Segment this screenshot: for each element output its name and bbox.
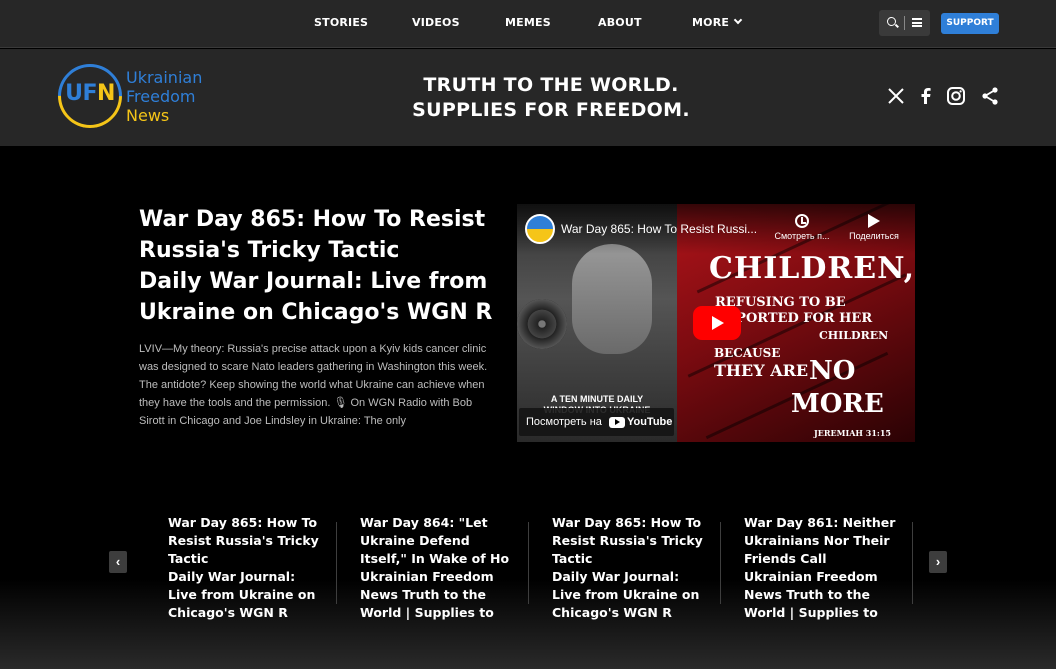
x-icon[interactable] (886, 86, 906, 106)
carousel-card[interactable]: War Day 861: Neither Ukrainians Nor Thei… (744, 514, 904, 624)
hamburger-menu-icon[interactable] (912, 18, 922, 27)
poster-text-line: NO (809, 356, 856, 386)
nav-more[interactable]: MORE (692, 15, 743, 29)
card-title-line: Ukrainian Freedom (360, 569, 494, 584)
carousel-card[interactable]: War Day 865: How To Resist Russia's Tric… (552, 514, 712, 624)
instagram-icon[interactable] (946, 86, 966, 106)
card-divider (912, 522, 913, 604)
logo-initial-f: F (82, 81, 97, 106)
carousel-card[interactable]: War Day 864: "Let Ukraine Defend Itself,… (360, 514, 520, 624)
tagline-line-1: TRUTH TO THE WORLD. (423, 74, 679, 96)
hero-excerpt: LVIV—My theory: Russia's precise attack … (139, 343, 488, 427)
card-title-line: War Day 864: "Let (360, 515, 488, 530)
poster-text-line: JEREMIAH 31:15 (814, 428, 891, 438)
logo-line-news: News (126, 106, 170, 125)
card-title-line: Tactic (168, 551, 209, 566)
tagline-line-2: SUPPLIES FOR FREEDOM. (412, 99, 690, 121)
video-share-button[interactable]: Поделиться (839, 214, 909, 241)
card-title-line: News Truth to the (360, 587, 486, 602)
youtube-logo: YouTube (608, 408, 673, 436)
nav-videos[interactable]: VIDEOS (412, 16, 460, 29)
share-arrow-icon (868, 214, 880, 228)
carousel-prev-button[interactable]: ‹ (109, 551, 127, 573)
youtube-play-icon (608, 416, 625, 428)
video-share-label: Поделиться (849, 231, 899, 241)
card-title-line: Resist Russia's Tricky (168, 533, 319, 548)
hero-title-line: War Day 865: How To Resist (139, 207, 486, 232)
card-title-line: Resist Russia's Tricky (552, 533, 703, 548)
card-title-line: Chicago's WGN R (168, 605, 288, 620)
presenter-image (572, 244, 652, 354)
dartboard-image (517, 299, 567, 349)
card-title-line: Daily War Journal: (552, 569, 680, 584)
poster-text-line: CHILDREN (819, 329, 889, 342)
clock-icon (795, 214, 809, 228)
search-icon[interactable] (887, 17, 896, 26)
card-divider (720, 522, 721, 604)
hero-title-line: Russia's Tricky Tactic (139, 238, 400, 263)
logo-line-ukrainian: Ukrainian (126, 68, 203, 87)
card-title-line: War Day 861: Neither (744, 515, 896, 530)
carousel-next-button[interactable]: › (929, 551, 947, 573)
watch-on-label: Посмотреть на (526, 416, 602, 428)
share-icon[interactable] (980, 86, 1000, 106)
play-button[interactable] (693, 306, 741, 340)
card-title-line: Live from Ukraine on (168, 587, 316, 602)
card-title-line: Ukraine Defend (360, 533, 470, 548)
nav-stories[interactable]: STORIES (314, 16, 368, 29)
nav-more-label: MORE (692, 16, 730, 29)
card-title-line: News Truth to the (744, 587, 870, 602)
poster-text-line: MORE (791, 389, 884, 419)
carousel-card[interactable]: War Day 865: How To Resist Russia's Tric… (168, 514, 328, 624)
card-title-line: World | Supplies to (744, 605, 878, 620)
card-divider (528, 522, 529, 604)
thumbnail-caption-line: A TEN MINUTE DAILY (550, 394, 644, 404)
card-divider (336, 522, 337, 604)
top-bar: STORIES VIDEOS MEMES ABOUT MORE SUPPORT (0, 0, 1056, 48)
card-title-line: Friends Call (744, 551, 827, 566)
hero-title-line: Daily War Journal: Live from (139, 269, 488, 294)
video-title[interactable]: War Day 865: How To Resist Russi... (561, 222, 776, 236)
card-title-line: Ukrainian Freedom (744, 569, 878, 584)
hero-title-line: Ukraine on Chicago's WGN R (139, 300, 493, 325)
logo-initial-u: U (65, 81, 83, 106)
watch-later-button[interactable]: Смотреть п... (772, 214, 832, 241)
channel-avatar[interactable] (525, 214, 555, 244)
nav-about[interactable]: ABOUT (598, 16, 642, 29)
site-header: UFN Ukrainian Freedom News TRUTH TO THE … (0, 49, 1056, 146)
card-title-line: Daily War Journal: (168, 569, 296, 584)
logo-initials: UFN (58, 81, 122, 106)
search-menu-box (879, 10, 930, 36)
card-title-line: World | Supplies to (360, 605, 494, 620)
divider (904, 16, 905, 30)
watch-later-label: Смотреть п... (774, 231, 830, 241)
site-logo[interactable]: UFN Ukrainian Freedom News (44, 50, 218, 142)
watch-on-youtube-button[interactable]: Посмотреть на YouTube (519, 408, 674, 436)
youtube-embed[interactable]: A TEN MINUTE DAILY WINDOW INTO UKRAINE C… (517, 204, 915, 442)
card-title-line: War Day 865: How To (552, 515, 702, 530)
card-title-line: Tactic (552, 551, 593, 566)
youtube-wordmark: YouTube (626, 416, 673, 429)
poster-text-line: BECAUSE (714, 346, 781, 360)
logo-line-freedom: Freedom (126, 87, 196, 106)
card-title-line: Live from Ukraine on (552, 587, 700, 602)
video-info-bar: War Day 865: How To Resist Russi... Смот… (517, 204, 915, 254)
support-button[interactable]: SUPPORT (941, 13, 999, 34)
site-tagline: TRUTH TO THE WORLD. SUPPLIES FOR FREEDOM… (380, 73, 722, 123)
nav-memes[interactable]: MEMES (505, 16, 551, 29)
logo-initial-n: N (96, 81, 115, 106)
card-title-line: Chicago's WGN R (552, 605, 672, 620)
poster-text-line: CHILDREN, (709, 251, 915, 286)
card-title-line: Itself," In Wake of Ho (360, 551, 510, 566)
hero-title[interactable]: War Day 865: How To Resist Russia's Tric… (139, 204, 499, 328)
poster-text-line: THEY ARE (714, 361, 809, 380)
card-title-line: War Day 865: How To (168, 515, 318, 530)
chevron-down-icon (733, 15, 743, 25)
logo-wordmark: Ukrainian Freedom News (126, 68, 202, 125)
facebook-icon[interactable] (916, 86, 936, 106)
card-title-line: Ukrainians Nor Their (744, 533, 890, 548)
